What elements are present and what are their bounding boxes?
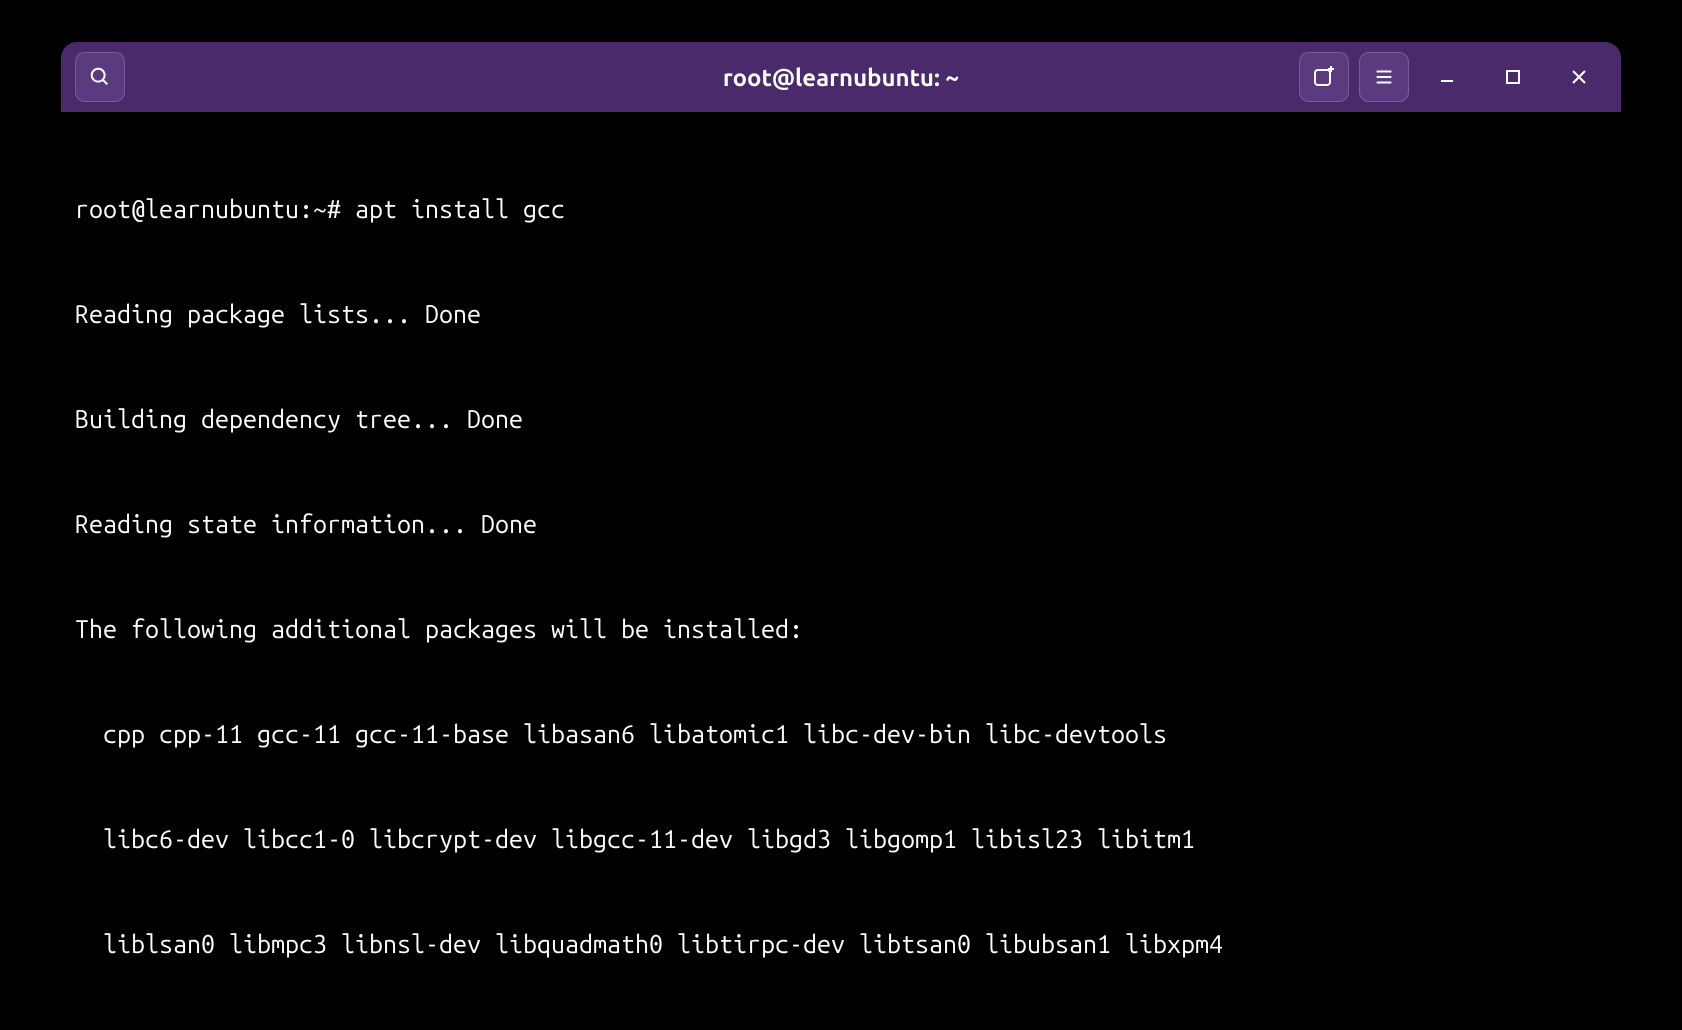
maximize-icon [1505, 69, 1521, 85]
output-line: Reading package lists... Done [75, 297, 1607, 332]
close-icon [1570, 68, 1588, 86]
close-button[interactable] [1551, 52, 1607, 102]
titlebar: root@learnubuntu: ~ [61, 42, 1621, 112]
maximize-button[interactable] [1485, 52, 1541, 102]
hamburger-icon [1373, 66, 1395, 88]
minimize-icon [1438, 68, 1456, 86]
terminal-window: root@learnubuntu: ~ [61, 42, 1621, 988]
search-button[interactable] [75, 52, 125, 102]
menu-button[interactable] [1359, 52, 1409, 102]
output-line: libc6-dev libcc1-0 libcrypt-dev libgcc-1… [75, 822, 1607, 857]
new-tab-button[interactable] [1299, 52, 1349, 102]
new-tab-icon [1312, 65, 1336, 89]
search-icon [89, 66, 111, 88]
minimize-button[interactable] [1419, 52, 1475, 102]
prompt-line: root@learnubuntu:~# apt install gcc [75, 192, 1607, 227]
terminal-output[interactable]: root@learnubuntu:~# apt install gcc Read… [61, 112, 1621, 988]
prompt: root@learnubuntu:~# [75, 195, 355, 223]
window-title: root@learnubuntu: ~ [723, 64, 959, 91]
output-line: Building dependency tree... Done [75, 402, 1607, 437]
output-line: liblsan0 libmpc3 libnsl-dev libquadmath0… [75, 927, 1607, 962]
titlebar-controls [1299, 52, 1607, 102]
output-line: Reading state information... Done [75, 507, 1607, 542]
output-line: The following additional packages will b… [75, 612, 1607, 647]
command: apt install gcc [355, 195, 565, 223]
output-line: cpp cpp-11 gcc-11 gcc-11-base libasan6 l… [75, 717, 1607, 752]
